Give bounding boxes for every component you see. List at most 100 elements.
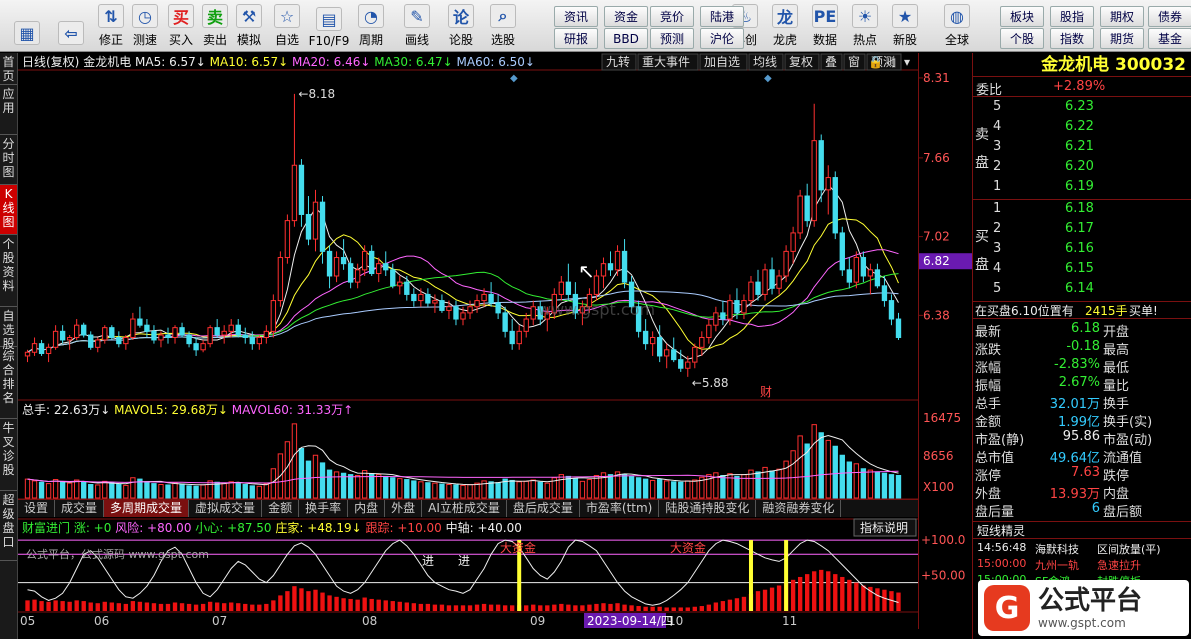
indicator-bar xyxy=(172,602,178,611)
indicator-bar xyxy=(271,600,276,611)
volume-bar xyxy=(81,481,87,499)
quick-button[interactable]: 债券 xyxy=(1148,6,1191,27)
indicator-subtab[interactable]: 市盈率(ttm) xyxy=(580,500,660,517)
quick-button[interactable]: 资讯 xyxy=(554,6,598,27)
sidebar-tab[interactable]: 自选股 xyxy=(0,307,17,351)
quick-button[interactable]: 竞价 xyxy=(650,6,694,27)
ask-row[interactable]: 2 6.20 xyxy=(973,159,1191,177)
candle xyxy=(621,239,628,289)
news-row[interactable]: 14:56:48 海默科技 区间放量(平) xyxy=(973,541,1191,557)
news-row[interactable]: 15:00:00 九州一轨 急速拉升 xyxy=(973,557,1191,573)
updown-arrow-button[interactable]: ⇅ 修正 xyxy=(92,2,130,50)
volume-bar xyxy=(144,481,150,499)
new-stock-button[interactable]: ★ 新股 xyxy=(886,2,924,50)
volume-bar xyxy=(888,474,895,499)
quick-button[interactable]: 板块 xyxy=(1000,6,1044,27)
select-stock-button[interactable]: ⌕ 选股 xyxy=(484,2,522,50)
indicator-subtab[interactable]: 成交量 xyxy=(55,500,105,517)
quick-button[interactable]: 预测 xyxy=(650,28,694,49)
pe-data-button[interactable]: PE 数据 xyxy=(806,2,844,50)
sidebar-tab[interactable]: 超级盘口 xyxy=(0,491,17,561)
candle xyxy=(741,294,747,320)
gavel-button[interactable]: ⚒ 模拟 xyxy=(230,2,268,50)
indicator-subtab[interactable]: 多周期成交量 xyxy=(104,500,190,517)
quick-button[interactable]: 沪伦 xyxy=(700,28,744,49)
back-arrow-button[interactable]: ⇦ xyxy=(52,2,90,50)
period-button[interactable]: ◔ 周期 xyxy=(352,2,390,50)
quick-button[interactable]: BBD xyxy=(604,28,648,49)
ma-label: MA5: 6.57↓ xyxy=(135,55,210,69)
volume-tick-label: 16475 xyxy=(923,411,961,425)
bid-row[interactable]: 1 6.18 xyxy=(973,201,1191,219)
quick-button[interactable]: 资金 xyxy=(604,6,648,27)
indicator-subtab[interactable]: 金额 xyxy=(262,500,300,517)
indicator-bar xyxy=(397,601,402,611)
buy-button[interactable]: 买买入 xyxy=(162,2,200,50)
indicator-subtab[interactable]: 虚拟成交量 xyxy=(189,500,263,517)
ask-row[interactable]: 4 6.22 xyxy=(973,119,1191,137)
indicator-subtab[interactable]: 内盘 xyxy=(348,500,386,517)
quick-button[interactable]: 个股 xyxy=(1000,28,1044,49)
toolbar-label: 龙虎 xyxy=(772,33,797,47)
quick-button[interactable]: 股指 xyxy=(1050,6,1094,27)
sidebar-tab[interactable]: 牛叉诊股 xyxy=(0,419,17,491)
quick-button[interactable]: 基金 xyxy=(1148,28,1191,49)
indicator-bar xyxy=(643,606,648,611)
candle xyxy=(439,294,445,313)
bid-level: 4 xyxy=(993,261,1002,276)
candle xyxy=(825,165,831,215)
volume-bar xyxy=(832,445,838,499)
volume-bar xyxy=(404,479,410,499)
pencil-button[interactable]: ✎ 画线 xyxy=(398,2,436,50)
candle xyxy=(776,269,782,295)
quick-button[interactable]: 陆港 xyxy=(700,6,744,27)
sidebar-tab[interactable]: 分时图 xyxy=(0,135,17,185)
indicator-bar xyxy=(383,600,388,611)
bid-row[interactable]: 4 6.15 xyxy=(973,261,1191,279)
sidebar-tab[interactable]: 个股资料 xyxy=(0,235,17,307)
f10-icon: ▤ xyxy=(316,7,342,31)
sell-button[interactable]: 卖卖出 xyxy=(196,2,234,50)
indicator-bar xyxy=(222,603,227,611)
bid-row[interactable]: 5 6.14 xyxy=(973,281,1191,299)
quick-button[interactable]: 期权 xyxy=(1100,6,1144,27)
quick-button[interactable]: 研报 xyxy=(554,28,598,49)
quick-button[interactable]: 指数 xyxy=(1050,28,1094,49)
indicator-subtab[interactable]: 陆股通持股变化 xyxy=(659,500,757,517)
volume-bar xyxy=(158,484,164,499)
ask-row[interactable]: 1 6.19 xyxy=(973,179,1191,197)
date-tick-label: 07 xyxy=(212,614,227,628)
star-folder-button[interactable]: ☆ 自选 xyxy=(268,2,306,50)
bid-row[interactable]: 3 6.16 xyxy=(973,241,1191,259)
dragon-tiger-button[interactable]: 龙龙虎 xyxy=(766,2,804,50)
discuss-button[interactable]: 论论股 xyxy=(442,2,480,50)
kline-chart[interactable]: 日线(复权) 金龙机电 MA5: 6.57↓ MA10: 6.57↓ MA20:… xyxy=(18,53,918,629)
f10-button[interactable]: ▤ F10/F9 xyxy=(309,2,349,50)
dropdown-icon: ▾ xyxy=(904,55,910,69)
quick-button[interactable]: 期货 xyxy=(1100,28,1144,49)
ask-row[interactable]: 5 6.23 xyxy=(973,99,1191,117)
bid-row[interactable]: 2 6.17 xyxy=(973,221,1191,239)
sidebar-tab[interactable]: 综合排名 xyxy=(0,347,17,419)
indicator-subtab[interactable]: 外盘 xyxy=(385,500,423,517)
indicator-subtab[interactable]: 融资融券变化 xyxy=(756,500,842,517)
ask-row[interactable]: 3 6.21 xyxy=(973,139,1191,157)
indicator-bar xyxy=(355,599,360,611)
indicator-subtab[interactable]: 换手率 xyxy=(299,500,349,517)
sidebar-tab[interactable]: 应用 xyxy=(0,85,17,135)
globe-button[interactable]: ◍ 全球 xyxy=(938,2,976,50)
stat-row: 涨停 7.63 跌停 xyxy=(973,465,1191,484)
hotspot-button[interactable]: ☀ 热点 xyxy=(846,2,884,50)
indicator-label: 小心: +87.50 xyxy=(195,521,275,535)
indicator-subtab[interactable]: 设置 xyxy=(18,500,56,517)
clock-button[interactable]: ◷ 测速 xyxy=(126,2,164,50)
indicator-subtab[interactable]: 盘后成交量 xyxy=(507,500,580,517)
home-grid-button[interactable]: ▦ xyxy=(8,2,46,50)
sidebar-tab[interactable]: 首页 xyxy=(0,53,17,85)
news-title-row[interactable]: 短线精灵 xyxy=(973,521,1191,539)
indicator-subtab[interactable]: AI立桩成交量 xyxy=(422,500,507,517)
sidebar-tab[interactable]: K线图 xyxy=(0,185,17,235)
toolbar-label: 数据 xyxy=(812,33,837,47)
divider xyxy=(973,199,1191,200)
chart-period: 日线(复权) xyxy=(22,55,83,69)
